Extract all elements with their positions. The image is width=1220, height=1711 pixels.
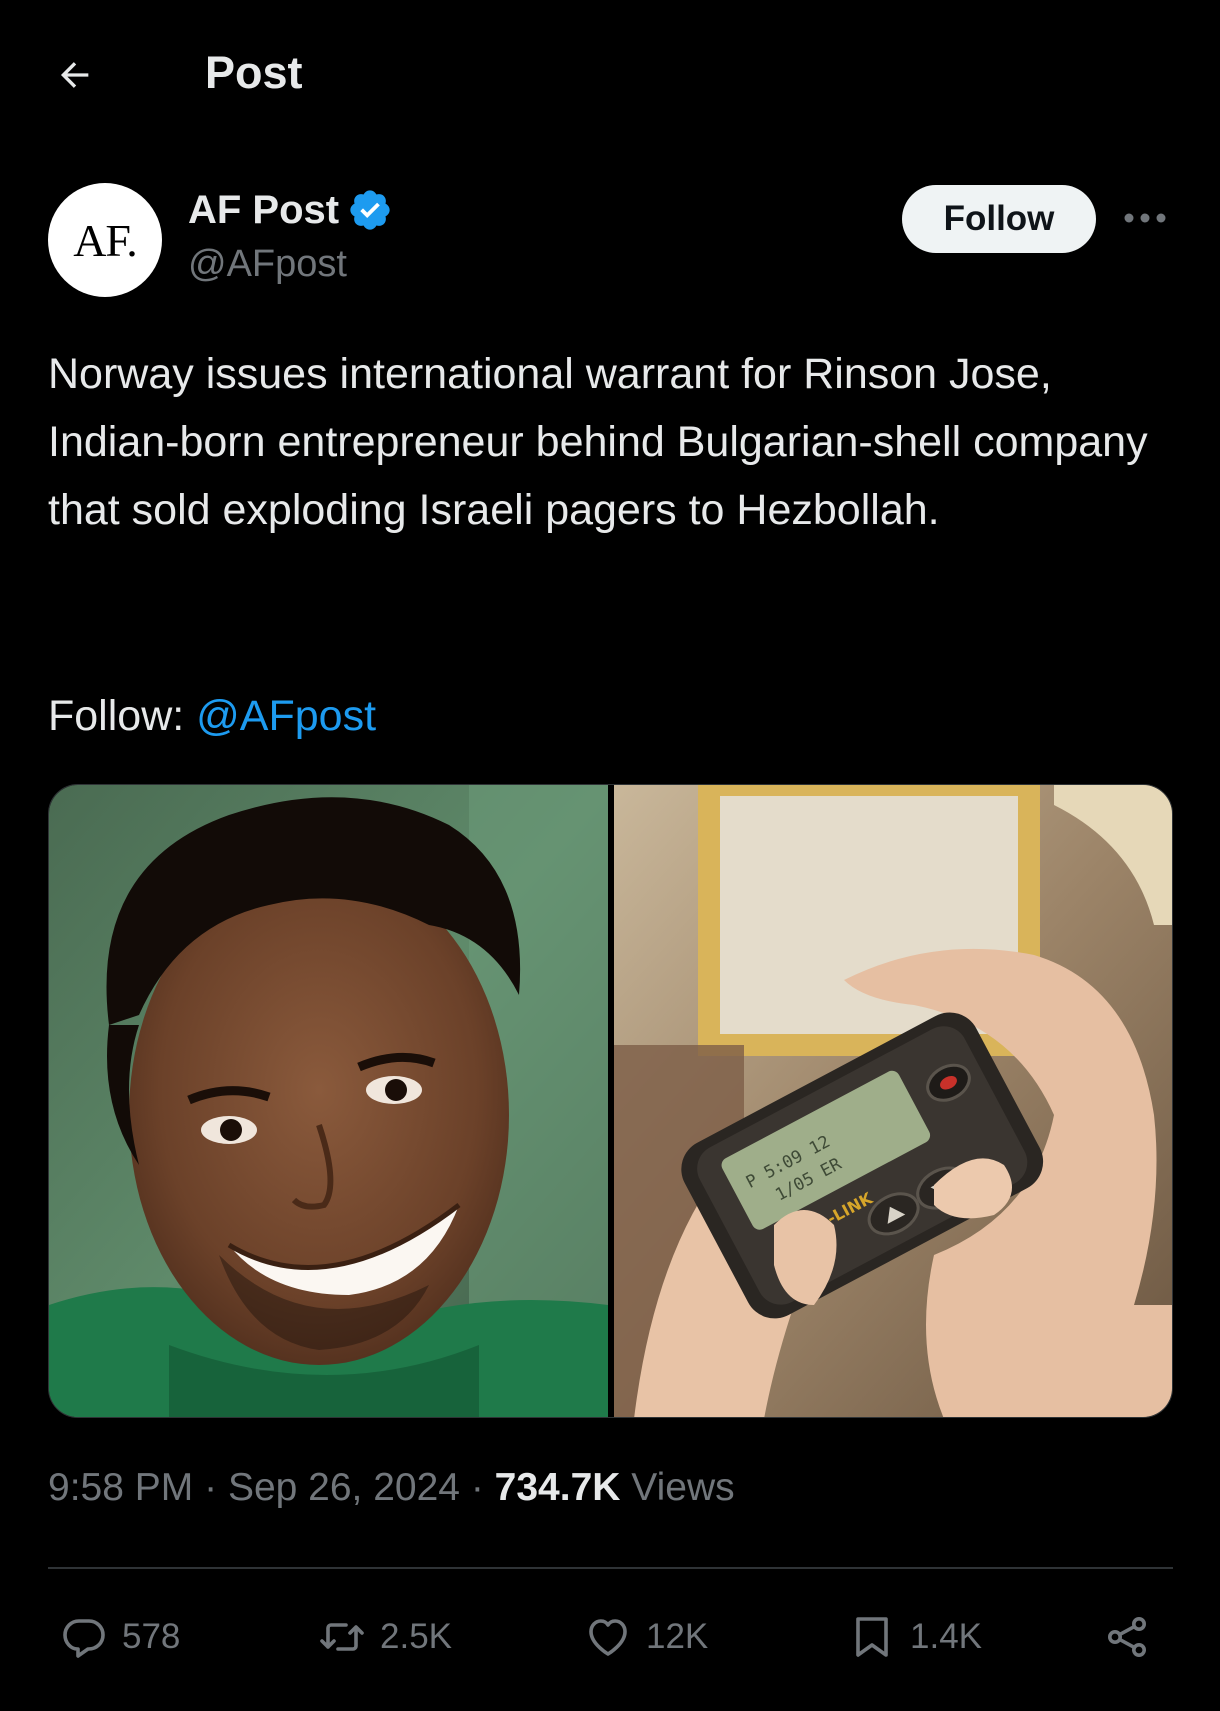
top-bar: Post — [0, 0, 1220, 150]
author-handle[interactable]: @AFpost — [188, 243, 347, 286]
author-display-name[interactable]: AF Post — [188, 188, 339, 233]
repost-count: 2.5K — [380, 1617, 452, 1656]
divider — [48, 1567, 1173, 1569]
post-body-text: Norway issues international warrant for … — [48, 350, 1148, 534]
mention-link[interactable]: @AFpost — [196, 692, 376, 740]
page-title: Post — [205, 47, 303, 98]
meta-separator: · — [470, 1466, 484, 1509]
share-icon — [1108, 1617, 1146, 1657]
views-label: Views — [631, 1466, 735, 1509]
avatar[interactable]: AF. — [48, 183, 162, 297]
pager-photo[interactable]: P 5:09 12 1/05 ER ASTRA-LINK — [614, 785, 1172, 1417]
reply-count: 578 — [122, 1617, 181, 1656]
heart-icon — [589, 1619, 627, 1656]
reply-icon — [63, 1619, 105, 1658]
repost-button[interactable]: 2.5K — [318, 1605, 452, 1669]
like-count: 12K — [646, 1617, 709, 1656]
more-options-button[interactable] — [1120, 203, 1170, 233]
post-date[interactable]: Sep 26, 2024 — [228, 1466, 460, 1509]
bookmark-icon — [856, 1617, 888, 1657]
post-meta: 9:58 PM · Sep 26, 2024 · 734.7K Views — [48, 1466, 735, 1510]
reply-button[interactable]: 578 — [60, 1605, 180, 1669]
bookmark-count: 1.4K — [910, 1617, 982, 1656]
arrow-left-icon — [60, 62, 89, 88]
repost-icon — [320, 1623, 364, 1651]
action-bar: 578 2.5K 12K 1.4K — [48, 1605, 1173, 1669]
name-row: AF Post — [188, 187, 393, 233]
post-follow-line: Follow: @AFpost — [48, 682, 376, 750]
views-count: 734.7K — [494, 1466, 621, 1509]
back-button[interactable] — [48, 48, 102, 102]
post-time[interactable]: 9:58 PM — [48, 1466, 193, 1509]
portrait-photo[interactable] — [49, 785, 608, 1417]
avatar-logo-text: AF. — [73, 214, 138, 266]
more-horizontal-icon — [1124, 213, 1166, 223]
post-media: P 5:09 12 1/05 ER ASTRA-LINK — [48, 784, 1173, 1418]
portrait-image — [49, 785, 608, 1417]
follow-prefix-text: Follow: — [48, 692, 197, 740]
follow-button[interactable]: Follow — [902, 185, 1096, 253]
verified-badge-icon — [350, 190, 390, 230]
pager-image: P 5:09 12 1/05 ER ASTRA-LINK — [614, 785, 1172, 1417]
post-author: AF. AF Post @AFpost Follow — [48, 183, 1178, 303]
share-button[interactable] — [1103, 1605, 1151, 1669]
bookmark-button[interactable]: 1.4K — [848, 1605, 982, 1669]
meta-separator: · — [204, 1466, 218, 1509]
like-button[interactable]: 12K — [584, 1605, 708, 1669]
